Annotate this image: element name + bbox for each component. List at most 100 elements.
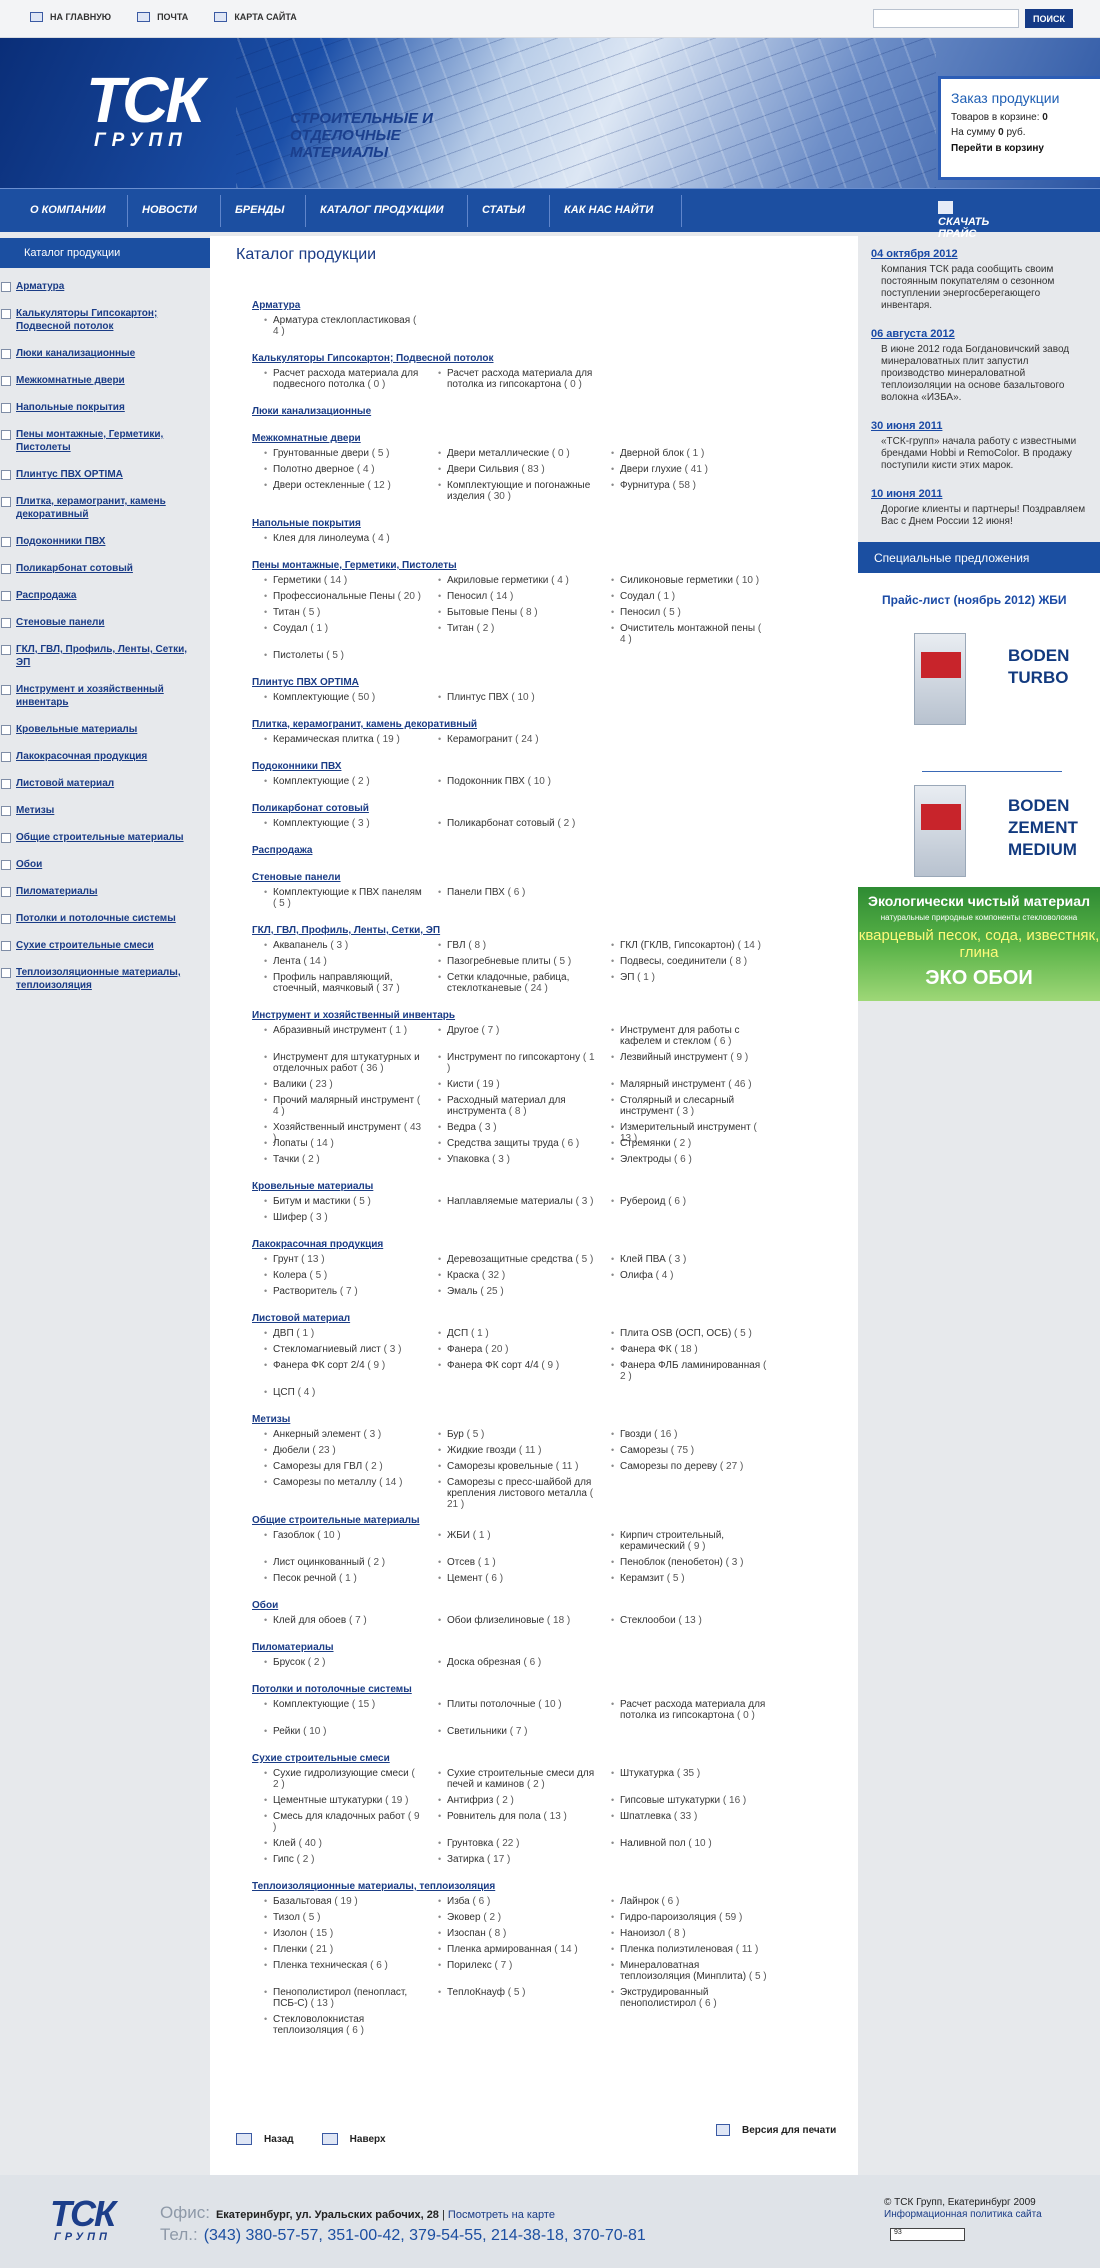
catalog-item-link[interactable]: Клей	[273, 1838, 296, 1849]
nav-item-news[interactable]: Новости	[142, 204, 197, 216]
catalog-section-title[interactable]: Калькуляторы Гипсокартон; Подвесной пото…	[252, 353, 494, 364]
catalog-item[interactable]: Жидкие гвозди ( 11 )	[438, 1445, 596, 1456]
catalog-item[interactable]: Брусок ( 2 )	[264, 1657, 422, 1668]
catalog-item-link[interactable]: Аквапанель	[273, 940, 328, 951]
catalog-item-link[interactable]: Прочий малярный инструмент	[273, 1095, 414, 1106]
catalog-item[interactable]: Малярный инструмент ( 46 )	[611, 1079, 769, 1090]
catalog-item-link[interactable]: Силиконовые герметики	[620, 575, 733, 586]
catalog-item-link[interactable]: Доска обрезная	[447, 1657, 521, 1668]
catalog-item[interactable]: Расчет расхода материала для подвесного …	[264, 368, 422, 390]
nav-item-catalog[interactable]: Каталог продукции	[320, 204, 444, 216]
catalog-item[interactable]: Обои флизелиновые ( 18 )	[438, 1615, 596, 1626]
catalog-item-link[interactable]: Обои флизелиновые	[447, 1615, 544, 1626]
catalog-item-link[interactable]: Рейки	[273, 1726, 300, 1737]
catalog-item-link[interactable]: Саморезы для ГВЛ	[273, 1461, 362, 1472]
catalog-item[interactable]: Краска ( 32 )	[438, 1270, 596, 1281]
sidebar-item[interactable]: Метизы	[0, 804, 210, 817]
catalog-section-title[interactable]: Арматура	[252, 300, 300, 311]
catalog-item-link[interactable]: Грунтованные двери	[273, 448, 369, 459]
catalog-item-link[interactable]: Расчет расхода материала для подвесного …	[273, 368, 418, 390]
catalog-item[interactable]: Фанера ФК ( 18 )	[611, 1344, 769, 1355]
boden-zement-label[interactable]: BODEN ZEMENT MEDIUM	[1008, 795, 1078, 861]
sidebar-item[interactable]: Листовой материал	[0, 777, 210, 790]
catalog-item[interactable]: Газоблок ( 10 )	[264, 1530, 422, 1541]
catalog-item[interactable]: Саморезы для ГВЛ ( 2 )	[264, 1461, 422, 1472]
catalog-section-title[interactable]: ГКЛ, ГВЛ, Профиль, Ленты, Сетки, ЭП	[252, 925, 440, 936]
catalog-item[interactable]: Другое ( 7 )	[438, 1025, 596, 1036]
print-version-link[interactable]: Версия для печати	[716, 2124, 836, 2136]
catalog-item[interactable]: Стекловолокнистая теплоизоляция ( 6 )	[264, 2014, 422, 2036]
catalog-item[interactable]: Экструдированный пенополистирол ( 6 )	[611, 1987, 769, 2009]
catalog-item-link[interactable]: Ровнитель для пола	[447, 1811, 541, 1822]
catalog-item-link[interactable]: Рубероид	[620, 1196, 666, 1207]
catalog-item[interactable]: Электроды ( 6 )	[611, 1154, 769, 1165]
catalog-section-title[interactable]: Плинтус ПВХ OPTIMA	[252, 677, 359, 688]
catalog-item[interactable]: Рейки ( 10 )	[264, 1726, 422, 1737]
catalog-section-title[interactable]: Пиломатериалы	[252, 1642, 334, 1653]
nav-item-about[interactable]: О компании	[30, 204, 106, 216]
catalog-item[interactable]: Двери глухие ( 41 )	[611, 464, 769, 475]
catalog-item[interactable]: Двери металлические ( 0 )	[438, 448, 596, 459]
catalog-item-link[interactable]: Дверной блок	[620, 448, 684, 459]
boden-turbo-label[interactable]: BODEN TURBO	[1008, 645, 1069, 689]
catalog-item[interactable]: Шпатлевка ( 33 )	[611, 1811, 769, 1822]
catalog-item[interactable]: Рубероид ( 6 )	[611, 1196, 769, 1207]
catalog-item-link[interactable]: Минераловатная теплоизоляция (Минплита)	[620, 1960, 746, 1982]
catalog-item[interactable]: Сетки кладочные, рабица, стеклотканевые …	[438, 972, 596, 994]
catalog-item-link[interactable]: Пистолеты	[273, 650, 323, 661]
catalog-item[interactable]: Плиты потолочные ( 10 )	[438, 1699, 596, 1710]
catalog-item-link[interactable]: Лезвийный инструмент	[620, 1052, 728, 1063]
catalog-item-link[interactable]: Фанера	[447, 1344, 482, 1355]
catalog-item[interactable]: Гипс ( 2 )	[264, 1854, 422, 1865]
catalog-item[interactable]: Инструмент для работы с кафелем и стекло…	[611, 1025, 769, 1047]
eco-wallpaper-banner[interactable]: Экологически чистый материал натуральные…	[858, 887, 1100, 1001]
catalog-item-link[interactable]: Стремянки	[620, 1138, 671, 1149]
catalog-item-link[interactable]: Инструмент для штукатурных и отделочных …	[273, 1052, 420, 1074]
catalog-section-title[interactable]: Обои	[252, 1600, 278, 1611]
catalog-item-link[interactable]: Поликарбонат сотовый	[447, 818, 555, 829]
catalog-section-title[interactable]: Люки канализационные	[252, 406, 371, 417]
catalog-item-link[interactable]: Пленка техническая	[273, 1960, 367, 1971]
catalog-item[interactable]: Пленки ( 21 )	[264, 1944, 422, 1955]
catalog-item[interactable]: Олифа ( 4 )	[611, 1270, 769, 1281]
catalog-item[interactable]: Штукатурка ( 35 )	[611, 1768, 769, 1779]
catalog-item[interactable]: ЦСП ( 4 )	[264, 1387, 422, 1398]
catalog-item-link[interactable]: Олифа	[620, 1270, 653, 1281]
visit-counter[interactable]: 93	[890, 2228, 965, 2241]
catalog-item-link[interactable]: Смесь для кладочных работ	[273, 1811, 405, 1822]
catalog-item[interactable]: Лист оцинкованный ( 2 )	[264, 1557, 422, 1568]
sidebar-item[interactable]: ГКЛ, ГВЛ, Профиль, Ленты, Сетки, ЭП	[0, 643, 210, 669]
catalog-item[interactable]: Сухие гидролизующие смеси ( 2 )	[264, 1768, 422, 1790]
sitemap-link[interactable]: Карта сайта	[214, 12, 297, 22]
catalog-item-link[interactable]: ДВП	[273, 1328, 294, 1339]
catalog-item-link[interactable]: Порилекс	[447, 1960, 492, 1971]
catalog-item-link[interactable]: Клей для обоев	[273, 1615, 346, 1626]
sidebar-item[interactable]: Общие строительные материалы	[0, 831, 210, 844]
catalog-item-link[interactable]: Сетки кладочные, рабица, стеклотканевые	[447, 972, 569, 994]
catalog-item[interactable]: Колера ( 5 )	[264, 1270, 422, 1281]
catalog-item[interactable]: Эковер ( 2 )	[438, 1912, 596, 1923]
home-link[interactable]: На главную	[30, 12, 111, 22]
catalog-item-link[interactable]: Затирка	[447, 1854, 484, 1865]
catalog-item-link[interactable]: Наливной пол	[620, 1838, 686, 1849]
catalog-item[interactable]: Тизол ( 5 )	[264, 1912, 422, 1923]
catalog-item-link[interactable]: Двери остекленные	[273, 480, 365, 491]
catalog-item[interactable]: Титан ( 2 )	[438, 623, 596, 634]
catalog-item[interactable]: Комплектующие к ПВХ панелям ( 5 )	[264, 887, 422, 909]
sidebar-item[interactable]: Инструмент и хозяйственный инвентарь	[0, 683, 210, 709]
catalog-item[interactable]: Клей для обоев ( 7 )	[264, 1615, 422, 1626]
catalog-item-link[interactable]: Фанера ФК	[620, 1344, 672, 1355]
catalog-item-link[interactable]: Подоконник ПВХ	[447, 776, 525, 787]
catalog-item[interactable]: Двери остекленные ( 12 )	[264, 480, 422, 491]
catalog-section-title[interactable]: Распродажа	[252, 845, 312, 856]
news-date-link[interactable]: 30 июня 2011	[871, 420, 1086, 432]
catalog-item-link[interactable]: Шпатлевка	[620, 1811, 671, 1822]
catalog-item-link[interactable]: Электроды	[620, 1154, 671, 1165]
catalog-item-link[interactable]: Гвозди	[620, 1429, 651, 1440]
download-price-link[interactable]: Скачать прайс	[938, 201, 989, 240]
catalog-item-link[interactable]: Плиты потолочные	[447, 1699, 536, 1710]
catalog-item[interactable]: Саморезы с пресс-шайбой для крепления ли…	[438, 1477, 596, 1510]
sidebar-item[interactable]: Поликарбонат сотовый	[0, 562, 210, 575]
catalog-item-link[interactable]: Двери Сильвия	[447, 464, 519, 475]
catalog-item-link[interactable]: Соудал	[620, 591, 655, 602]
